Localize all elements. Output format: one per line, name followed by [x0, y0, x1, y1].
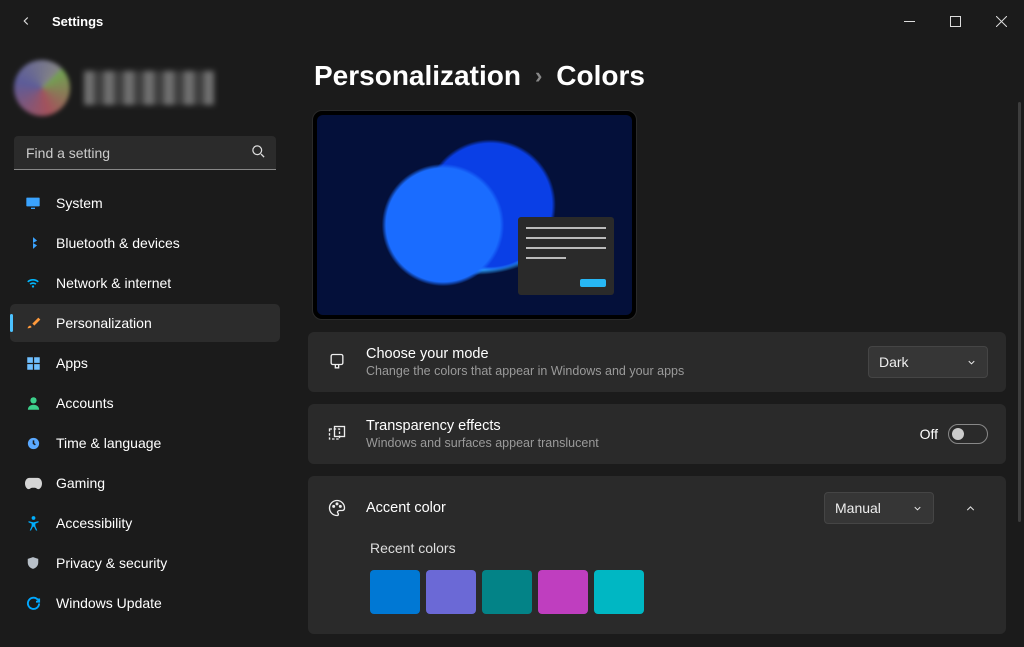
brush-icon: [24, 315, 42, 331]
profile-name: [84, 71, 214, 105]
page-title: Colors: [556, 60, 645, 92]
window-controls: [886, 0, 1024, 42]
sidebar-item-gaming[interactable]: Gaming: [10, 464, 280, 502]
transparency-card: Transparency effects Windows and surface…: [308, 404, 1006, 464]
shield-icon: [24, 555, 42, 571]
avatar: [14, 60, 70, 116]
sidebar-item-label: Privacy & security: [56, 555, 167, 571]
sidebar-item-label: System: [56, 195, 103, 211]
profile[interactable]: [10, 50, 280, 132]
person-icon: [24, 396, 42, 411]
color-swatch[interactable]: [538, 570, 588, 614]
sidebar-item-time-language[interactable]: Time & language: [10, 424, 280, 462]
sidebar-item-apps[interactable]: Apps: [10, 344, 280, 382]
recent-colors-label: Recent colors: [326, 540, 988, 556]
maximize-button[interactable]: [932, 0, 978, 42]
sidebar-item-system[interactable]: System: [10, 184, 280, 222]
preview-window: [518, 217, 614, 295]
nav: System Bluetooth & devices Network & int…: [10, 184, 280, 622]
chevron-down-icon: [966, 357, 977, 368]
close-button[interactable]: [978, 0, 1024, 42]
accessibility-icon: [24, 515, 42, 531]
transparency-title: Transparency effects: [366, 418, 902, 434]
search-input[interactable]: [14, 136, 276, 170]
accent-value: Manual: [835, 500, 881, 516]
accent-select[interactable]: Manual: [824, 492, 934, 524]
sidebar-item-network[interactable]: Network & internet: [10, 264, 280, 302]
choose-mode-subtitle: Change the colors that appear in Windows…: [366, 364, 850, 378]
scrollbar[interactable]: [1018, 102, 1021, 522]
main-content: Personalization › Colors Choose your mod…: [290, 42, 1024, 647]
update-icon: [24, 596, 42, 611]
search-icon: [251, 144, 266, 164]
monitor-icon: [24, 195, 42, 211]
palette-icon: [326, 498, 348, 518]
sidebar-item-label: Accessibility: [56, 515, 132, 531]
sidebar-item-accounts[interactable]: Accounts: [10, 384, 280, 422]
sidebar-item-accessibility[interactable]: Accessibility: [10, 504, 280, 542]
color-swatch[interactable]: [482, 570, 532, 614]
color-swatch[interactable]: [426, 570, 476, 614]
accent-color-card: Accent color Manual Recent colors: [308, 476, 1006, 634]
clock-icon: [24, 436, 42, 451]
back-button[interactable]: [10, 5, 42, 37]
wifi-icon: [24, 276, 42, 290]
transparency-icon: [326, 424, 348, 444]
apps-icon: [24, 356, 42, 371]
sidebar-item-label: Bluetooth & devices: [56, 235, 180, 251]
minimize-button[interactable]: [886, 0, 932, 42]
sidebar-item-label: Windows Update: [56, 595, 162, 611]
window-title: Settings: [52, 14, 103, 29]
sidebar: System Bluetooth & devices Network & int…: [0, 42, 290, 647]
game-icon: [24, 477, 42, 490]
color-swatch[interactable]: [594, 570, 644, 614]
search-container: [14, 136, 276, 170]
sidebar-item-label: Accounts: [56, 395, 114, 411]
sidebar-item-label: Gaming: [56, 475, 105, 491]
sidebar-item-label: Personalization: [56, 315, 152, 331]
choose-mode-title: Choose your mode: [366, 346, 850, 362]
sidebar-item-update[interactable]: Windows Update: [10, 584, 280, 622]
accent-expand-button[interactable]: [952, 490, 988, 526]
chevron-right-icon: ›: [535, 63, 542, 89]
transparency-state-label: Off: [920, 426, 938, 442]
sidebar-item-bluetooth[interactable]: Bluetooth & devices: [10, 224, 280, 262]
choose-mode-select[interactable]: Dark: [868, 346, 988, 378]
transparency-toggle[interactable]: [948, 424, 988, 444]
theme-preview: [312, 110, 637, 320]
bluetooth-icon: [24, 235, 42, 251]
sidebar-item-label: Time & language: [56, 435, 161, 451]
sidebar-item-personalization[interactable]: Personalization: [10, 304, 280, 342]
brush-icon: [326, 352, 348, 372]
choose-mode-value: Dark: [879, 354, 909, 370]
transparency-subtitle: Windows and surfaces appear translucent: [366, 436, 902, 450]
chevron-up-icon: [964, 502, 977, 515]
chevron-down-icon: [912, 503, 923, 514]
breadcrumb-parent[interactable]: Personalization: [314, 60, 521, 92]
titlebar: Settings: [0, 0, 1024, 42]
sidebar-item-privacy[interactable]: Privacy & security: [10, 544, 280, 582]
color-swatch[interactable]: [370, 570, 420, 614]
sidebar-item-label: Apps: [56, 355, 88, 371]
sidebar-item-label: Network & internet: [56, 275, 171, 291]
accent-title: Accent color: [366, 500, 806, 516]
recent-colors: [326, 570, 988, 614]
choose-mode-card: Choose your mode Change the colors that …: [308, 332, 1006, 392]
breadcrumb: Personalization › Colors: [314, 60, 1006, 92]
